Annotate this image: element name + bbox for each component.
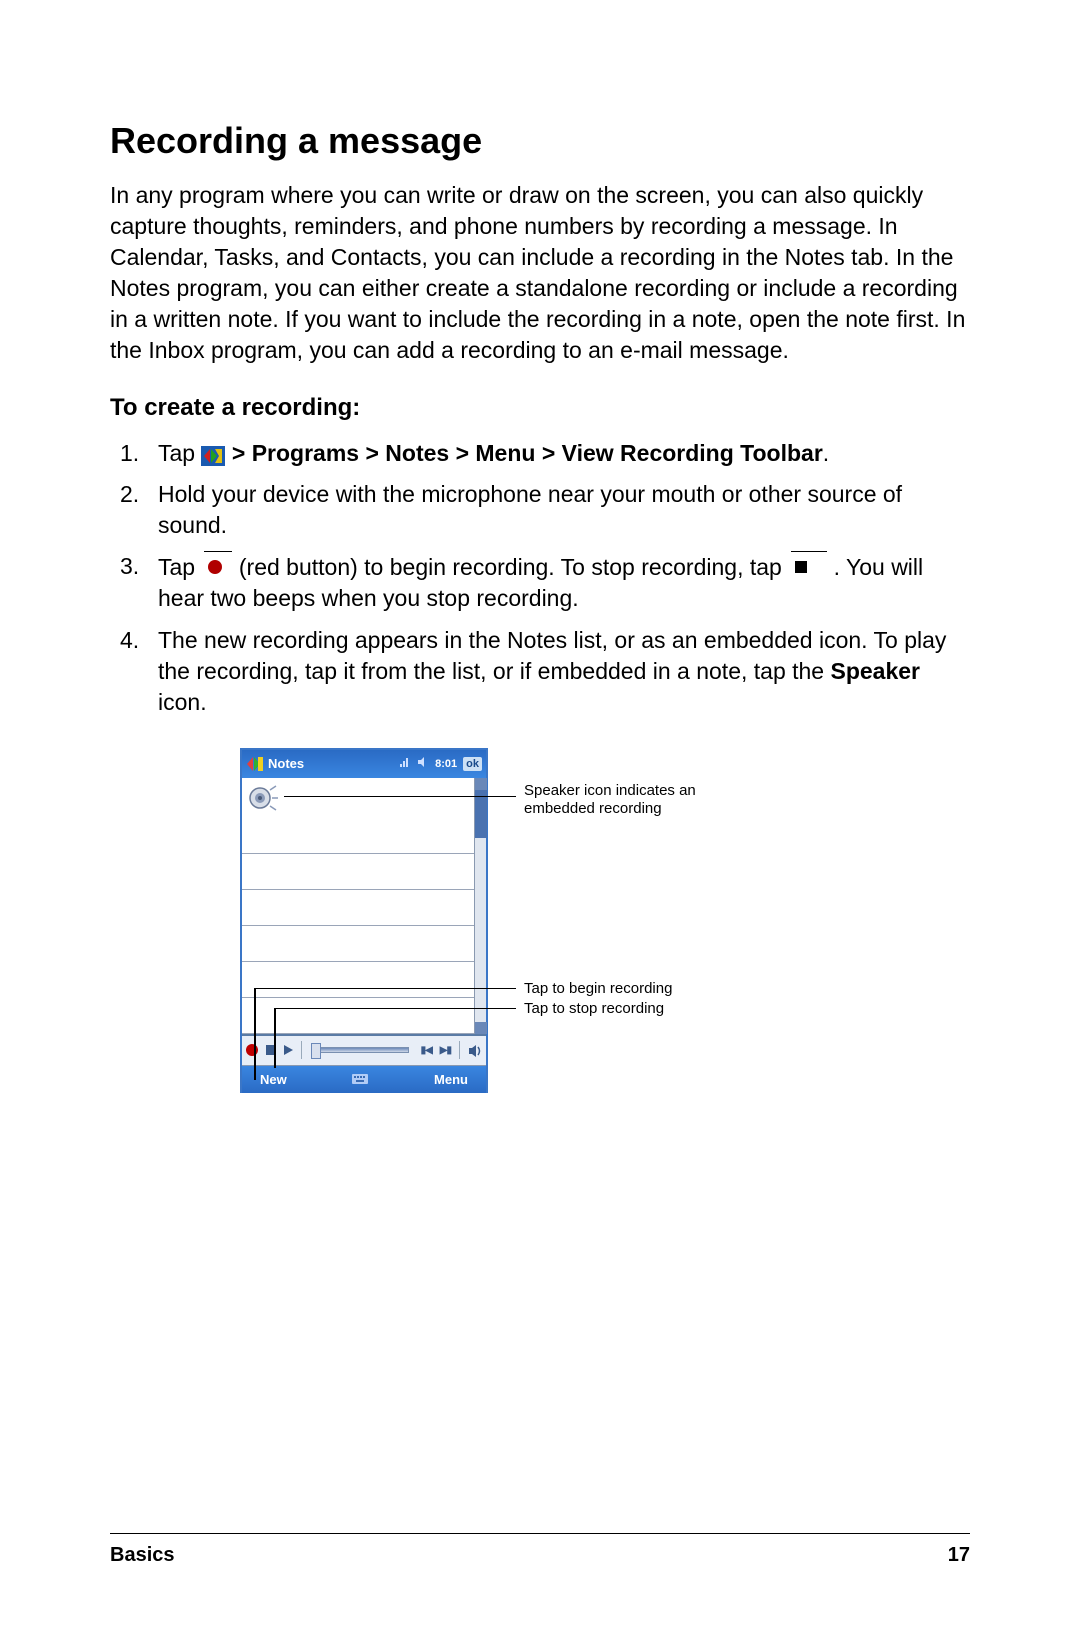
toolbar-play-button[interactable] bbox=[284, 1045, 293, 1055]
step1-suffix: . bbox=[823, 440, 829, 466]
ok-button[interactable]: ok bbox=[463, 757, 482, 771]
device-menubar: New Menu bbox=[242, 1066, 486, 1093]
stop-icon bbox=[795, 561, 807, 573]
device-body bbox=[242, 778, 486, 1036]
signal-icon bbox=[399, 756, 411, 771]
callout-begin: Tap to begin recording bbox=[524, 980, 672, 999]
step1-prefix: Tap bbox=[158, 440, 201, 466]
step4-speaker-word: Speaker bbox=[831, 658, 921, 684]
step4-c: icon. bbox=[158, 689, 207, 715]
page-heading: Recording a message bbox=[110, 120, 970, 162]
scroll-down-icon[interactable] bbox=[475, 1022, 487, 1034]
page-footer: Basics 17 bbox=[110, 1533, 970, 1567]
record-icon bbox=[208, 560, 222, 574]
callout-hline-rec bbox=[254, 988, 516, 990]
keyboard-icon[interactable] bbox=[352, 1072, 368, 1086]
device-time: 8:01 bbox=[435, 758, 457, 770]
menu-new[interactable]: New bbox=[260, 1072, 287, 1087]
callout-vline-rec bbox=[254, 1048, 256, 1080]
callout-line-speaker bbox=[284, 796, 516, 798]
device-screenshot-figure: Notes 8:01 ok bbox=[240, 748, 860, 1118]
intro-paragraph: In any program where you can write or dr… bbox=[110, 180, 970, 366]
callout-speaker: Speaker icon indicates an embedded recor… bbox=[524, 782, 734, 820]
toolbar-slider[interactable] bbox=[314, 1047, 409, 1053]
scrollbar[interactable] bbox=[474, 778, 486, 1034]
footer-page-number: 17 bbox=[948, 1544, 970, 1567]
callout-vline-stop bbox=[274, 1048, 276, 1068]
device-titlebar: Notes 8:01 ok bbox=[242, 750, 486, 778]
step-2: Hold your device with the microphone nea… bbox=[110, 479, 970, 541]
device-frame: Notes 8:01 ok bbox=[240, 748, 488, 1093]
scroll-up-icon[interactable] bbox=[475, 778, 487, 790]
callout-stop: Tap to stop recording bbox=[524, 1000, 664, 1019]
step1-path: > Programs > Notes > Menu > View Recordi… bbox=[225, 440, 822, 466]
step-4: The new recording appears in the Notes l… bbox=[110, 625, 970, 718]
device-title: Notes bbox=[268, 756, 304, 771]
step3-prefix: Tap bbox=[158, 554, 201, 580]
slider-thumb[interactable] bbox=[311, 1043, 321, 1059]
callout-hline-stop bbox=[274, 1008, 516, 1010]
start-icon bbox=[201, 443, 225, 463]
volume-icon bbox=[417, 756, 429, 771]
menu-menu[interactable]: Menu bbox=[434, 1072, 468, 1087]
toolbar-record-button[interactable] bbox=[246, 1044, 258, 1056]
recording-toolbar: ▮◀ ▶▮ bbox=[242, 1036, 486, 1066]
record-button-inline bbox=[204, 551, 232, 583]
step-1: Tap > Programs > Notes > Menu > View Rec… bbox=[110, 438, 970, 469]
stop-button-inline bbox=[791, 551, 827, 583]
subheading: To create a recording: bbox=[110, 394, 970, 422]
toolbar-prev-button[interactable]: ▮◀ bbox=[421, 1045, 432, 1056]
toolbar-speaker-icon[interactable] bbox=[468, 1044, 482, 1056]
speaker-icon[interactable] bbox=[248, 784, 278, 812]
toolbar-next-button[interactable]: ▶▮ bbox=[440, 1045, 451, 1056]
step3-mid: (red button) to begin recording. To stop… bbox=[232, 554, 788, 580]
step4-a: The new recording appears in the Notes l… bbox=[158, 627, 946, 684]
step-3: Tap (red button) to begin recording. To … bbox=[110, 551, 970, 614]
note-lines bbox=[242, 818, 474, 1034]
start-flag-icon bbox=[246, 756, 264, 772]
footer-section: Basics bbox=[110, 1544, 175, 1567]
